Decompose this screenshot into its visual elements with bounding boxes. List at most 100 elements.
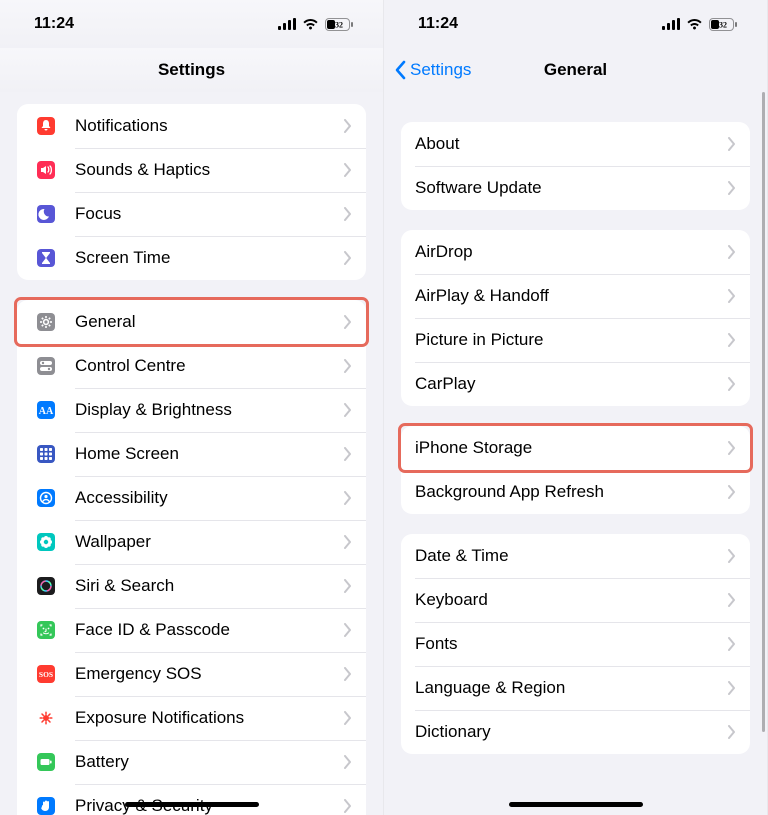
person-icon	[31, 483, 61, 513]
covid-icon	[31, 703, 61, 733]
back-label: Settings	[410, 60, 471, 80]
home-indicator[interactable]	[125, 802, 259, 807]
row-about[interactable]: About	[401, 122, 750, 166]
status-bar: 11:24 32	[0, 0, 383, 48]
row-keyboard[interactable]: Keyboard	[401, 578, 750, 622]
chevron-right-icon	[728, 181, 736, 195]
row-pip[interactable]: Picture in Picture	[401, 318, 750, 362]
chevron-right-icon	[344, 799, 352, 813]
row-faceid[interactable]: Face ID & Passcode	[17, 608, 366, 652]
battery-icon: 32	[709, 18, 737, 31]
sos-icon: SOS	[31, 659, 61, 689]
row-notifications[interactable]: Notifications	[17, 104, 366, 148]
flower-icon	[31, 527, 61, 557]
row-label: Siri & Search	[75, 576, 344, 596]
chevron-right-icon	[344, 711, 352, 725]
toggles-icon	[31, 351, 61, 381]
row-carplay[interactable]: CarPlay	[401, 362, 750, 406]
chevron-right-icon	[344, 623, 352, 637]
status-bar: 11:24 32	[384, 0, 767, 48]
chevron-right-icon	[728, 333, 736, 347]
row-label: Control Centre	[75, 356, 344, 376]
row-label: Sounds & Haptics	[75, 160, 344, 180]
page-title: Settings	[158, 60, 225, 80]
general-list: About Software Update AirDrop AirPlay & Han…	[384, 122, 767, 794]
row-exposure[interactable]: Exposure Notifications	[17, 696, 366, 740]
battery-icon	[31, 747, 61, 777]
row-label: Display & Brightness	[75, 400, 344, 420]
chevron-right-icon	[728, 377, 736, 391]
row-siri[interactable]: Siri & Search	[17, 564, 366, 608]
siri-icon	[31, 571, 61, 601]
wifi-icon	[686, 18, 703, 30]
chevron-right-icon	[728, 245, 736, 259]
row-accessibility[interactable]: Accessibility	[17, 476, 366, 520]
svg-text:AA: AA	[39, 406, 54, 417]
nav-bar: Settings	[0, 48, 383, 92]
row-privacy[interactable]: Privacy & Security	[17, 784, 366, 815]
chevron-right-icon	[344, 207, 352, 221]
hourglass-icon	[31, 243, 61, 273]
chevron-right-icon	[728, 593, 736, 607]
status-icons: 32	[662, 18, 737, 31]
row-wallpaper[interactable]: Wallpaper	[17, 520, 366, 564]
row-fonts[interactable]: Fonts	[401, 622, 750, 666]
chevron-right-icon	[344, 315, 352, 329]
row-label: iPhone Storage	[415, 438, 728, 458]
row-focus[interactable]: Focus	[17, 192, 366, 236]
status-time: 11:24	[418, 15, 458, 33]
row-label: AirPlay & Handoff	[415, 286, 728, 306]
row-label: General	[75, 312, 344, 332]
row-label: About	[415, 134, 728, 154]
face-icon	[31, 615, 61, 645]
scrollbar[interactable]	[762, 92, 765, 732]
aa-icon: AA	[31, 395, 61, 425]
row-datetime[interactable]: Date & Time	[401, 534, 750, 578]
row-general[interactable]: General	[17, 300, 366, 344]
row-home[interactable]: Home Screen	[17, 432, 366, 476]
svg-text:32: 32	[335, 20, 343, 29]
row-sounds[interactable]: Sounds & Haptics	[17, 148, 366, 192]
back-button[interactable]: Settings	[394, 60, 471, 80]
chevron-right-icon	[728, 637, 736, 651]
row-label: Home Screen	[75, 444, 344, 464]
row-label: Keyboard	[415, 590, 728, 610]
chevron-left-icon	[394, 60, 406, 80]
home-indicator[interactable]	[509, 802, 643, 807]
chevron-right-icon	[344, 163, 352, 177]
chevron-right-icon	[344, 579, 352, 593]
row-dict[interactable]: Dictionary	[401, 710, 750, 754]
chevron-right-icon	[344, 403, 352, 417]
chevron-right-icon	[728, 137, 736, 151]
row-sos[interactable]: SOSEmergency SOS	[17, 652, 366, 696]
row-label: Face ID & Passcode	[75, 620, 344, 640]
chevron-right-icon	[344, 447, 352, 461]
row-battery[interactable]: Battery	[17, 740, 366, 784]
row-label: Date & Time	[415, 546, 728, 566]
row-lang[interactable]: Language & Region	[401, 666, 750, 710]
row-airdrop[interactable]: AirDrop	[401, 230, 750, 274]
status-icons: 32	[278, 18, 353, 31]
cellular-icon	[662, 18, 680, 30]
row-control[interactable]: Control Centre	[17, 344, 366, 388]
svg-text:32: 32	[719, 20, 727, 29]
row-label: Exposure Notifications	[75, 708, 344, 728]
chevron-right-icon	[728, 485, 736, 499]
wifi-icon	[302, 18, 319, 30]
row-screentime[interactable]: Screen Time	[17, 236, 366, 280]
row-software[interactable]: Software Update	[401, 166, 750, 210]
row-airplay[interactable]: AirPlay & Handoff	[401, 274, 750, 318]
row-storage[interactable]: iPhone Storage	[401, 426, 750, 470]
chevron-right-icon	[344, 755, 352, 769]
row-display[interactable]: AA Display & Brightness	[17, 388, 366, 432]
row-label: Accessibility	[75, 488, 344, 508]
chevron-right-icon	[344, 667, 352, 681]
page-title: General	[544, 60, 607, 80]
row-label: Focus	[75, 204, 344, 224]
row-label: Screen Time	[75, 248, 344, 268]
settings-list: Notifications Sounds & Haptics Focus Screen…	[0, 104, 383, 815]
gear-icon	[31, 307, 61, 337]
row-bgrefresh[interactable]: Background App Refresh	[401, 470, 750, 514]
grid-icon	[31, 439, 61, 469]
row-label: AirDrop	[415, 242, 728, 262]
